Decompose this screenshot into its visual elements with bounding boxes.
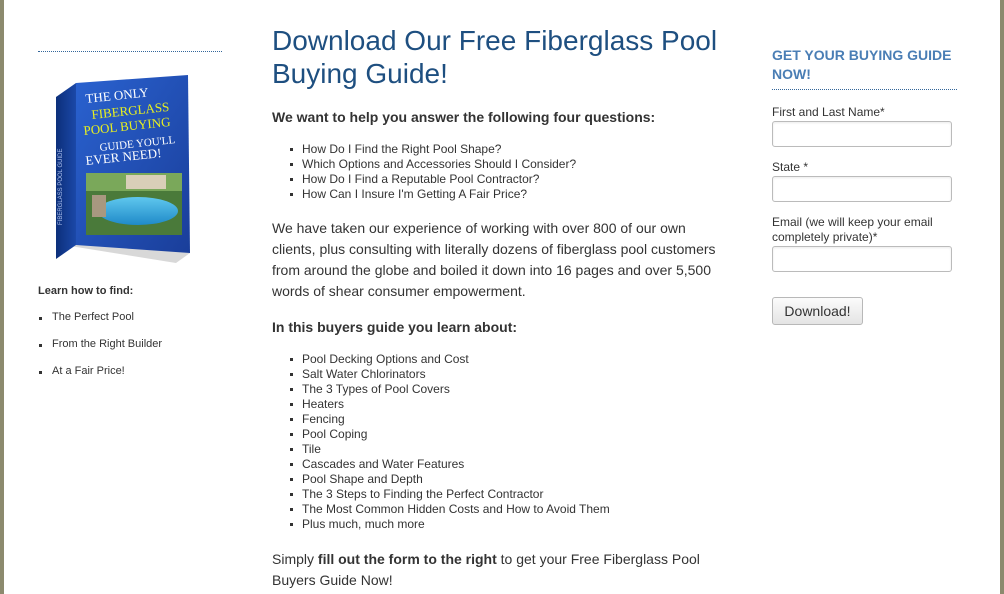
learn-how-list: The Perfect Pool From the Right Builder … — [38, 311, 162, 392]
list-item: The Most Common Hidden Costs and How to … — [288, 502, 610, 517]
page-title: Download Our Free Fiberglass Pool Buying… — [272, 25, 718, 89]
name-field-label: First and Last Name* — [772, 105, 885, 119]
list-item: Salt Water Chlorinators — [288, 367, 610, 382]
experience-paragraph: We have taken our experience of working … — [272, 220, 716, 299]
list-item: Which Options and Accessories Should I C… — [288, 157, 576, 172]
download-button[interactable]: Download! — [772, 297, 863, 325]
email-field-label: Email (we will keep your email completel… — [772, 215, 933, 244]
form-divider — [772, 89, 957, 90]
questions-list: How Do I Find the Right Pool Shape? Whic… — [288, 142, 576, 202]
list-item: Fencing — [288, 412, 610, 427]
list-item: From the Right Builder — [38, 338, 162, 365]
name-field[interactable] — [772, 121, 952, 147]
sidebar-divider — [38, 51, 222, 52]
learn-how-heading: Learn how to find: — [38, 285, 134, 297]
learn-about-heading: In this buyers guide you learn about: — [272, 319, 518, 335]
list-item: The 3 Steps to Finding the Perfect Contr… — [288, 487, 610, 502]
list-item: Heaters — [288, 397, 610, 412]
svg-text:FIBERGLASS POOL GUIDE: FIBERGLASS POOL GUIDE — [58, 149, 64, 225]
email-field[interactable] — [772, 246, 952, 272]
list-item: How Do I Find a Reputable Pool Contracto… — [288, 172, 576, 187]
closing-emphasis: fill out the form to the right — [317, 551, 497, 567]
questions-intro: We want to help you answer the following… — [272, 109, 656, 125]
guide-book-cover-image: THE ONLY FIBERGLASS POOL BUYING GUIDE YO… — [56, 75, 190, 263]
guide-topics-list: Pool Decking Options and Cost Salt Water… — [288, 352, 610, 532]
list-item: Pool Coping — [288, 427, 610, 442]
list-item: At a Fair Price! — [38, 365, 162, 392]
list-item: Pool Shape and Depth — [288, 472, 610, 487]
page: THE ONLY FIBERGLASS POOL BUYING GUIDE YO… — [4, 0, 1000, 594]
closing-call-to-action: Simply fill out the form to the right to… — [272, 549, 724, 591]
list-item: Pool Decking Options and Cost — [288, 352, 610, 367]
list-item: How Can I Insure I'm Getting A Fair Pric… — [288, 187, 576, 202]
list-item: Cascades and Water Features — [288, 457, 610, 472]
list-item: Tile — [288, 442, 610, 457]
list-item: The 3 Types of Pool Covers — [288, 382, 610, 397]
closing-prefix: Simply — [272, 551, 318, 567]
form-title: GET YOUR BUYING GUIDE NOW! — [772, 47, 952, 82]
list-item: The Perfect Pool — [38, 311, 162, 338]
window-frame-right — [1000, 0, 1004, 594]
state-field-label: State * — [772, 160, 809, 174]
list-item: How Do I Find the Right Pool Shape? — [288, 142, 576, 157]
state-field[interactable] — [772, 176, 952, 202]
list-item: Plus much, much more — [288, 517, 610, 532]
